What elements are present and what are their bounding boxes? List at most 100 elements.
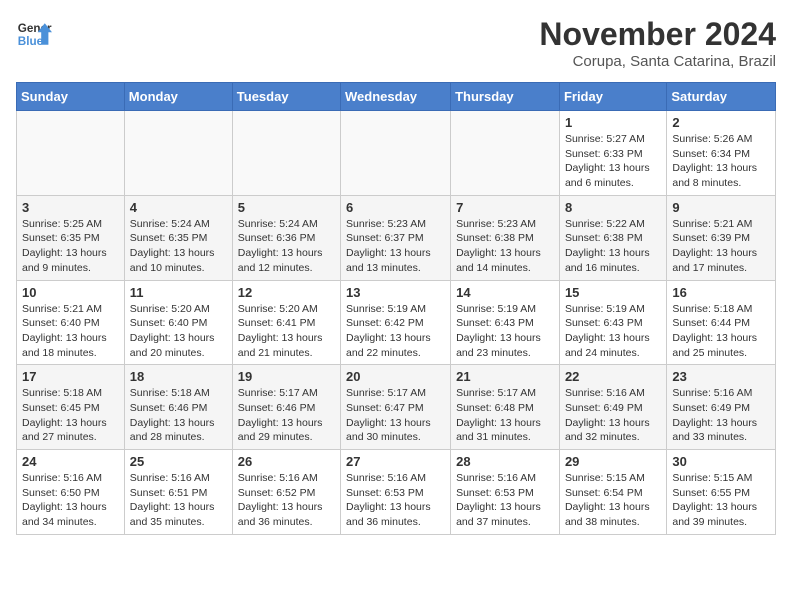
day-info: Sunrise: 5:24 AM Sunset: 6:35 PM Dayligh… (130, 217, 227, 276)
calendar-day-cell: 9 Sunrise: 5:21 AM Sunset: 6:39 PM Daylig… (667, 195, 776, 280)
calendar-day-cell: 28 Sunrise: 5:16 AM Sunset: 6:53 PM Dayli… (451, 450, 560, 535)
month-title: November 2024 (539, 16, 776, 53)
weekday-header-cell: Friday (559, 83, 666, 111)
calendar-day-cell: 6 Sunrise: 5:23 AM Sunset: 6:37 PM Daylig… (341, 195, 451, 280)
day-info: Sunrise: 5:19 AM Sunset: 6:42 PM Dayligh… (346, 302, 445, 361)
calendar-day-cell (232, 111, 340, 196)
calendar-day-cell: 24Sunrise: 5:16 AM Sunset: 6:50 PM Dayli… (17, 450, 125, 535)
calendar-day-cell: 11 Sunrise: 5:20 AM Sunset: 6:40 PM Dayli… (124, 280, 232, 365)
calendar-day-cell: 21 Sunrise: 5:17 AM Sunset: 6:48 PM Dayli… (451, 365, 560, 450)
weekday-header-cell: Wednesday (341, 83, 451, 111)
day-info: Sunrise: 5:19 AM Sunset: 6:43 PM Dayligh… (456, 302, 554, 361)
day-number: 9 (672, 200, 770, 215)
calendar-body: 1 Sunrise: 5:27 AM Sunset: 6:33 PM Daylig… (17, 111, 776, 535)
logo: General Blue (16, 16, 52, 52)
calendar-day-cell: 25 Sunrise: 5:16 AM Sunset: 6:51 PM Dayli… (124, 450, 232, 535)
day-info: Sunrise: 5:16 AM Sunset: 6:53 PM Dayligh… (346, 471, 445, 530)
day-info: Sunrise: 5:16 AM Sunset: 6:53 PM Dayligh… (456, 471, 554, 530)
day-number: 29 (565, 454, 661, 469)
day-info: Sunrise: 5:25 AM Sunset: 6:35 PM Dayligh… (22, 217, 119, 276)
calendar-table: SundayMondayTuesdayWednesdayThursdayFrid… (16, 82, 776, 535)
day-number: 17 (22, 369, 119, 384)
calendar-day-cell: 2Sunrise: 5:26 AM Sunset: 6:34 PM Daylig… (667, 111, 776, 196)
day-info: Sunrise: 5:27 AM Sunset: 6:33 PM Dayligh… (565, 132, 661, 191)
day-number: 23 (672, 369, 770, 384)
weekday-header-cell: Saturday (667, 83, 776, 111)
calendar-day-cell: 10Sunrise: 5:21 AM Sunset: 6:40 PM Dayli… (17, 280, 125, 365)
calendar-week-row: 24Sunrise: 5:16 AM Sunset: 6:50 PM Dayli… (17, 450, 776, 535)
calendar-day-cell: 5 Sunrise: 5:24 AM Sunset: 6:36 PM Daylig… (232, 195, 340, 280)
logo-icon: General Blue (16, 16, 52, 52)
day-info: Sunrise: 5:15 AM Sunset: 6:55 PM Dayligh… (672, 471, 770, 530)
day-info: Sunrise: 5:24 AM Sunset: 6:36 PM Dayligh… (238, 217, 335, 276)
calendar-day-cell: 15 Sunrise: 5:19 AM Sunset: 6:43 PM Dayli… (559, 280, 666, 365)
day-number: 30 (672, 454, 770, 469)
day-info: Sunrise: 5:23 AM Sunset: 6:38 PM Dayligh… (456, 217, 554, 276)
day-number: 8 (565, 200, 661, 215)
svg-text:Blue: Blue (18, 35, 44, 48)
day-info: Sunrise: 5:19 AM Sunset: 6:43 PM Dayligh… (565, 302, 661, 361)
day-info: Sunrise: 5:20 AM Sunset: 6:40 PM Dayligh… (130, 302, 227, 361)
day-info: Sunrise: 5:21 AM Sunset: 6:40 PM Dayligh… (22, 302, 119, 361)
calendar-day-cell (341, 111, 451, 196)
title-area: November 2024 Corupa, Santa Catarina, Br… (539, 16, 776, 70)
day-info: Sunrise: 5:16 AM Sunset: 6:50 PM Dayligh… (22, 471, 119, 530)
day-number: 22 (565, 369, 661, 384)
day-number: 5 (238, 200, 335, 215)
calendar-day-cell: 8 Sunrise: 5:22 AM Sunset: 6:38 PM Daylig… (559, 195, 666, 280)
calendar-day-cell: 30 Sunrise: 5:15 AM Sunset: 6:55 PM Dayli… (667, 450, 776, 535)
day-info: Sunrise: 5:23 AM Sunset: 6:37 PM Dayligh… (346, 217, 445, 276)
day-info: Sunrise: 5:15 AM Sunset: 6:54 PM Dayligh… (565, 471, 661, 530)
day-info: Sunrise: 5:17 AM Sunset: 6:48 PM Dayligh… (456, 386, 554, 445)
day-number: 12 (238, 285, 335, 300)
day-info: Sunrise: 5:22 AM Sunset: 6:38 PM Dayligh… (565, 217, 661, 276)
day-info: Sunrise: 5:16 AM Sunset: 6:52 PM Dayligh… (238, 471, 335, 530)
day-number: 19 (238, 369, 335, 384)
day-info: Sunrise: 5:20 AM Sunset: 6:41 PM Dayligh… (238, 302, 335, 361)
day-info: Sunrise: 5:18 AM Sunset: 6:44 PM Dayligh… (672, 302, 770, 361)
day-info: Sunrise: 5:16 AM Sunset: 6:49 PM Dayligh… (565, 386, 661, 445)
calendar-day-cell: 18 Sunrise: 5:18 AM Sunset: 6:46 PM Dayli… (124, 365, 232, 450)
weekday-header-cell: Tuesday (232, 83, 340, 111)
day-number: 20 (346, 369, 445, 384)
calendar-day-cell: 19 Sunrise: 5:17 AM Sunset: 6:46 PM Dayli… (232, 365, 340, 450)
day-number: 21 (456, 369, 554, 384)
calendar-week-row: 3 Sunrise: 5:25 AM Sunset: 6:35 PM Daylig… (17, 195, 776, 280)
day-info: Sunrise: 5:17 AM Sunset: 6:46 PM Dayligh… (238, 386, 335, 445)
day-number: 11 (130, 285, 227, 300)
location: Corupa, Santa Catarina, Brazil (539, 53, 776, 70)
day-info: Sunrise: 5:26 AM Sunset: 6:34 PM Dayligh… (672, 132, 770, 191)
calendar-day-cell (451, 111, 560, 196)
weekday-header-cell: Thursday (451, 83, 560, 111)
calendar-day-cell: 13 Sunrise: 5:19 AM Sunset: 6:42 PM Dayli… (341, 280, 451, 365)
weekday-header-cell: Sunday (17, 83, 125, 111)
day-info: Sunrise: 5:18 AM Sunset: 6:46 PM Dayligh… (130, 386, 227, 445)
calendar-day-cell: 14 Sunrise: 5:19 AM Sunset: 6:43 PM Dayli… (451, 280, 560, 365)
day-number: 15 (565, 285, 661, 300)
day-number: 7 (456, 200, 554, 215)
day-number: 16 (672, 285, 770, 300)
day-number: 18 (130, 369, 227, 384)
calendar-day-cell (124, 111, 232, 196)
day-number: 6 (346, 200, 445, 215)
calendar-week-row: 10Sunrise: 5:21 AM Sunset: 6:40 PM Dayli… (17, 280, 776, 365)
day-info: Sunrise: 5:21 AM Sunset: 6:39 PM Dayligh… (672, 217, 770, 276)
calendar-day-cell: 1 Sunrise: 5:27 AM Sunset: 6:33 PM Daylig… (559, 111, 666, 196)
day-info: Sunrise: 5:16 AM Sunset: 6:51 PM Dayligh… (130, 471, 227, 530)
day-number: 14 (456, 285, 554, 300)
calendar-day-cell: 26Sunrise: 5:16 AM Sunset: 6:52 PM Dayli… (232, 450, 340, 535)
day-number: 13 (346, 285, 445, 300)
day-number: 3 (22, 200, 119, 215)
calendar-day-cell: 20Sunrise: 5:17 AM Sunset: 6:47 PM Dayli… (341, 365, 451, 450)
calendar-week-row: 17 Sunrise: 5:18 AM Sunset: 6:45 PM Dayli… (17, 365, 776, 450)
calendar-day-cell: 3 Sunrise: 5:25 AM Sunset: 6:35 PM Daylig… (17, 195, 125, 280)
weekday-header-cell: Monday (124, 83, 232, 111)
day-number: 25 (130, 454, 227, 469)
day-info: Sunrise: 5:16 AM Sunset: 6:49 PM Dayligh… (672, 386, 770, 445)
day-number: 4 (130, 200, 227, 215)
calendar-day-cell: 22 Sunrise: 5:16 AM Sunset: 6:49 PM Dayli… (559, 365, 666, 450)
day-number: 28 (456, 454, 554, 469)
day-info: Sunrise: 5:18 AM Sunset: 6:45 PM Dayligh… (22, 386, 119, 445)
day-number: 1 (565, 115, 661, 130)
calendar-day-cell: 17 Sunrise: 5:18 AM Sunset: 6:45 PM Dayli… (17, 365, 125, 450)
